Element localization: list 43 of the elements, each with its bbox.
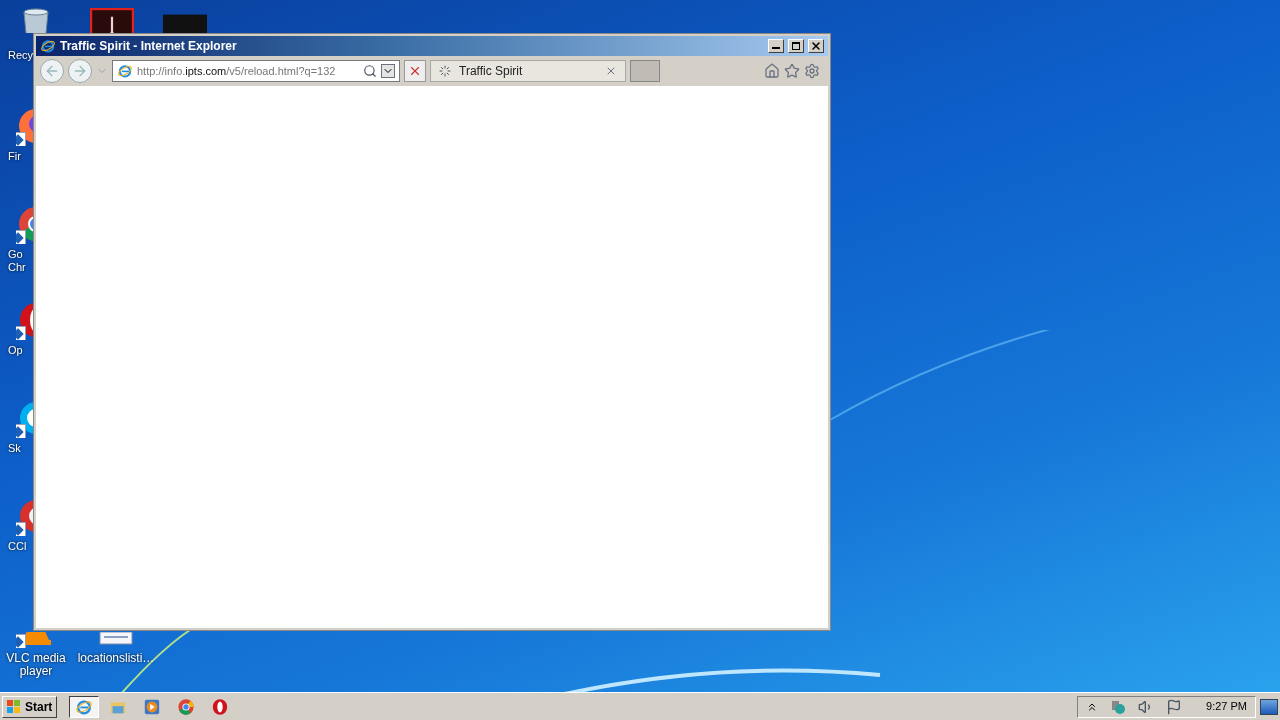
clock[interactable]: 9:27 PM (1206, 698, 1247, 715)
desktop-icon-label: CCl (8, 540, 27, 553)
browser-icon[interactable] (211, 697, 230, 716)
action-center-flag-icon[interactable] (1166, 698, 1183, 715)
desktop-icon-label: Recy (8, 49, 34, 62)
desktop-icon-label: Op (8, 344, 23, 357)
maximize-icon (792, 42, 800, 50)
close-icon (810, 40, 822, 52)
desktop-icon-label: Go (8, 248, 23, 261)
stop-button[interactable] (404, 60, 426, 82)
search-icon[interactable] (363, 64, 377, 78)
address-url: http://info.ipts.com/v5/reload.html?q=132 (137, 63, 337, 79)
home-icon[interactable] (764, 63, 780, 79)
address-dropdown-icon[interactable] (381, 64, 395, 78)
browser-icon[interactable] (177, 697, 196, 716)
close-button[interactable] (808, 39, 824, 53)
desktop-icon-label: locationslisti… (77, 652, 155, 665)
forward-arrow-icon (72, 63, 88, 79)
desktop-icon-label: Sk (8, 442, 21, 455)
taskbar-app-button[interactable] (69, 695, 100, 718)
address-bar[interactable]: http://info.ipts.com/v5/reload.html?q=132 (112, 60, 400, 82)
browser-logo-icon (40, 38, 56, 54)
start-button[interactable]: Start (2, 695, 58, 718)
document-app-icon[interactable] (90, 8, 134, 33)
stop-icon (408, 64, 422, 78)
desktop-icon-label: player (19, 665, 53, 678)
favorites-icon[interactable] (784, 63, 800, 79)
show-desktop-button[interactable] (1260, 698, 1278, 715)
file-icon[interactable] (96, 632, 136, 648)
media-player-icon[interactable] (143, 697, 162, 716)
maximize-button[interactable] (788, 39, 804, 53)
desktop-icon-label: Fir (8, 150, 21, 163)
page-icon (117, 63, 133, 79)
windows-logo-icon (7, 699, 21, 714)
minimize-icon (772, 47, 780, 49)
window-title: Traffic Spirit - Internet Explorer (60, 38, 238, 55)
minimize-button[interactable] (768, 39, 784, 53)
settings-icon[interactable] (804, 63, 820, 79)
tab-title: Traffic Spirit (459, 63, 524, 80)
browser-tab[interactable]: Traffic Spirit (430, 60, 626, 82)
close-tab-icon[interactable] (605, 65, 617, 77)
desktop-icon-label: VLC media (6, 652, 66, 665)
desktop-icon-label: Chr (8, 261, 26, 274)
